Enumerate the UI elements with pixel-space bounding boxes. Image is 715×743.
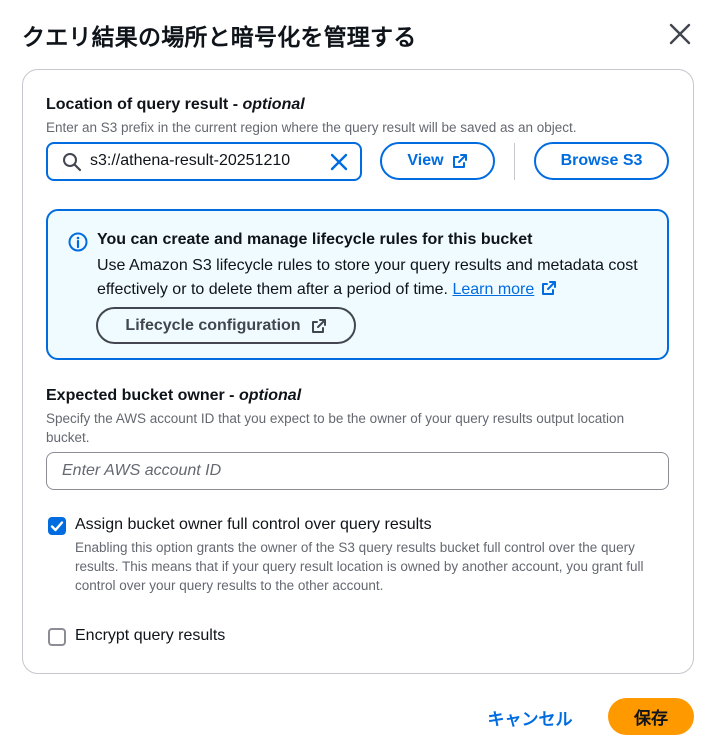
external-link-icon (452, 154, 467, 168)
view-button[interactable]: View (380, 142, 495, 180)
clear-icon[interactable] (328, 151, 350, 173)
s3-location-value[interactable]: s3://athena-result-20251210 (90, 152, 290, 170)
location-description: Enter an S3 prefix in the current region… (46, 120, 577, 135)
search-icon (63, 153, 82, 172)
learn-more-link[interactable]: Learn more (452, 281, 534, 298)
assign-control-checkbox[interactable] (48, 517, 66, 535)
location-label: Location of query result - optional (46, 96, 305, 113)
info-icon (68, 232, 88, 252)
info-title: You can create and manage lifecycle rule… (97, 231, 533, 248)
aws-account-id-input[interactable]: Enter AWS account ID (46, 452, 669, 490)
save-button[interactable]: 保存 (608, 698, 694, 735)
assign-control-description: Enabling this option grants the owner of… (75, 540, 644, 593)
bucket-owner-label: Expected bucket owner - optional (46, 387, 302, 404)
bucket-owner-description: Specify the AWS account ID that you expe… (46, 411, 625, 445)
external-link-icon (311, 318, 326, 333)
lifecycle-info-alert: You can create and manage lifecycle rule… (46, 209, 669, 360)
assign-control-label[interactable]: Assign bucket owner full control over qu… (75, 516, 432, 534)
close-button[interactable] (662, 16, 698, 52)
browse-s3-button[interactable]: Browse S3 (534, 142, 669, 180)
cancel-button[interactable]: キャンセル (478, 700, 582, 734)
encrypt-label[interactable]: Encrypt query results (75, 627, 225, 645)
external-link-icon[interactable] (541, 280, 557, 296)
encrypt-checkbox[interactable] (48, 628, 66, 646)
checkmark-icon (50, 521, 64, 532)
aws-account-id-placeholder: Enter AWS account ID (62, 462, 222, 479)
info-body: Use Amazon S3 lifecycle rules to store y… (97, 257, 638, 298)
dialog-title: クエリ結果の場所と暗号化を管理する (22, 25, 417, 51)
button-divider (514, 143, 515, 180)
lifecycle-configuration-button[interactable]: Lifecycle configuration (96, 307, 356, 344)
s3-location-input[interactable]: s3://athena-result-20251210 (46, 142, 362, 181)
close-icon (669, 23, 691, 45)
